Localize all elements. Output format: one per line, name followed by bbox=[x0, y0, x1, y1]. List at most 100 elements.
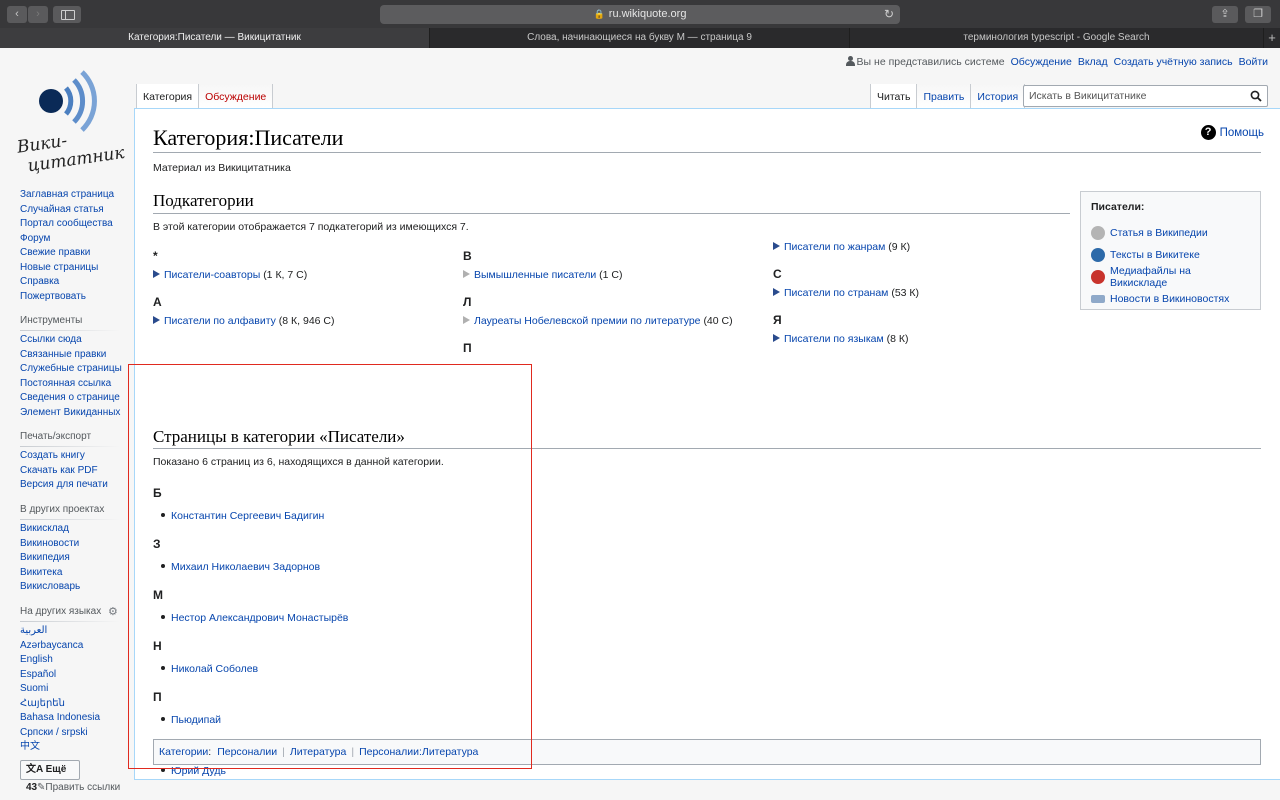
browser-tab-3[interactable]: терминология typescript - Google Search bbox=[850, 28, 1264, 48]
sidebar-link[interactable]: Википедия bbox=[20, 551, 130, 566]
new-tab-button[interactable]: + bbox=[1264, 28, 1280, 48]
subcat-link[interactable]: Писатели-соавторы bbox=[164, 269, 260, 281]
sister-link-commons[interactable]: Медиафайлы на Викискладе bbox=[1091, 265, 1250, 289]
page-link[interactable]: Николай Соболев bbox=[171, 663, 258, 675]
sidebar-link[interactable]: Постоянная ссылка bbox=[20, 377, 130, 392]
pages-heading: Страницы в категории «Писатели» bbox=[153, 427, 405, 446]
reload-icon[interactable]: ↻ bbox=[884, 5, 894, 24]
tab-talk[interactable]: Обсуждение bbox=[199, 84, 274, 108]
sidebar-link[interactable]: Викисловарь bbox=[20, 580, 130, 595]
help-label[interactable]: Помощь bbox=[1220, 127, 1264, 139]
more-languages-button[interactable]: 文A Ещё 43 bbox=[20, 760, 80, 793]
personal-talk-link[interactable]: Обсуждение bbox=[1011, 56, 1072, 68]
browser-tab-1[interactable]: Категория:Писатели — Викицитатник bbox=[0, 28, 430, 48]
subcat-count: (1 С) bbox=[599, 269, 623, 281]
sidebar-link[interactable]: Версия для печати bbox=[20, 478, 130, 493]
expand-triangle-icon[interactable] bbox=[773, 242, 780, 250]
sidebar-link[interactable]: 中文 bbox=[20, 740, 130, 755]
sidebar-link[interactable]: Случайная статья bbox=[20, 203, 130, 218]
tab-category[interactable]: Категория bbox=[136, 84, 200, 108]
search-icon[interactable] bbox=[1250, 90, 1262, 102]
sidebar-link[interactable]: Форум bbox=[20, 232, 130, 247]
sidebar-link[interactable]: Создать книгу bbox=[20, 449, 130, 464]
subcat-count: (40 С) bbox=[703, 315, 733, 327]
page-link[interactable]: Юрий Дудь bbox=[171, 765, 226, 777]
sidebar-link[interactable]: Новые страницы bbox=[20, 261, 130, 276]
sidebar-link[interactable]: Викиновости bbox=[20, 537, 130, 552]
sidebar-link[interactable]: Ссылки сюда bbox=[20, 333, 130, 348]
tab-history[interactable]: История bbox=[971, 84, 1026, 108]
edit-links[interactable]: ✎Править ссылки bbox=[37, 782, 120, 793]
page-link[interactable]: Нестор Александрович Монастырёв bbox=[171, 612, 348, 624]
sidebar-link[interactable]: Español bbox=[20, 668, 130, 683]
sister-link-wikinews[interactable]: Новости в Викиновостях bbox=[1091, 288, 1250, 310]
sister-link-label[interactable]: Медиафайлы на Викискладе bbox=[1110, 265, 1250, 289]
sister-link-label[interactable]: Статья в Википедии bbox=[1110, 227, 1208, 239]
expand-triangle-icon[interactable] bbox=[153, 316, 160, 324]
category-link[interactable]: Персоналии bbox=[217, 746, 277, 758]
expand-triangle-icon[interactable] bbox=[773, 334, 780, 342]
sidebar-link[interactable]: Suomi bbox=[20, 682, 130, 697]
subcat-link[interactable]: Писатели по языкам bbox=[784, 333, 884, 345]
sister-link-wikisource[interactable]: Тексты в Викитеке bbox=[1091, 244, 1250, 266]
page-link[interactable]: Пьюдипай bbox=[171, 714, 221, 726]
login-link[interactable]: Войти bbox=[1239, 56, 1268, 68]
categories-label[interactable]: Категории bbox=[159, 746, 208, 758]
subcat-link[interactable]: Писатели по жанрам bbox=[784, 241, 885, 253]
subcat-letter: Я bbox=[773, 313, 782, 327]
subcategories-divider bbox=[153, 213, 1070, 214]
pages-letter: З bbox=[153, 537, 161, 551]
sidebar-link[interactable]: Сведения о странице bbox=[20, 391, 130, 406]
subcat-link[interactable]: Лауреаты Нобелевской премии по литератур… bbox=[474, 315, 701, 327]
sister-link-label[interactable]: Тексты в Викитеке bbox=[1110, 249, 1200, 261]
tab-read[interactable]: Читать bbox=[870, 84, 918, 108]
sidebar-link[interactable]: Справка bbox=[20, 275, 130, 290]
sidebar-link[interactable]: Azərbaycanca bbox=[20, 639, 130, 654]
wikinews-icon bbox=[1091, 295, 1105, 303]
sister-link-label[interactable]: Новости в Викиновостях bbox=[1110, 293, 1229, 305]
subcat-link[interactable]: Писатели по алфавиту bbox=[164, 315, 276, 327]
page-link[interactable]: Михаил Николаевич Задорнов bbox=[171, 561, 320, 573]
sidebar-toggle-button[interactable] bbox=[53, 6, 81, 23]
tab-bar: Категория:Писатели — Викицитатник Слова,… bbox=[0, 28, 1280, 48]
sidebar-link[interactable]: العربية bbox=[20, 624, 130, 639]
category-link[interactable]: Литература bbox=[290, 746, 346, 758]
subcat-link[interactable]: Вымышленные писатели bbox=[474, 269, 596, 281]
sidebar-link[interactable]: Викитека bbox=[20, 566, 130, 581]
sidebar-link[interactable]: Српски / srpski bbox=[20, 726, 130, 741]
expand-triangle-icon[interactable] bbox=[153, 270, 160, 278]
sidebar-link[interactable]: Портал сообщества bbox=[20, 217, 130, 232]
tagline: Материал из Викицитатника bbox=[153, 162, 291, 174]
sidebar-link[interactable]: Служебные страницы bbox=[20, 362, 130, 377]
sidebar-link[interactable]: Элемент Викиданных bbox=[20, 406, 130, 421]
browser-tab-2[interactable]: Слова, начинающиеся на букву М — страниц… bbox=[430, 28, 850, 48]
bullet-icon bbox=[161, 768, 165, 772]
personal-contrib-link[interactable]: Вклад bbox=[1078, 56, 1108, 68]
share-button[interactable]: ⇪ bbox=[1212, 6, 1238, 23]
page-link[interactable]: Константин Сергеевич Бадигин bbox=[171, 510, 324, 522]
forward-button[interactable]: › bbox=[28, 6, 48, 23]
create-account-link[interactable]: Создать учётную запись bbox=[1114, 56, 1233, 68]
category-link[interactable]: Персоналии:Литература bbox=[359, 746, 478, 758]
sidebar-link[interactable]: Bahasa Indonesia bbox=[20, 711, 130, 726]
sidebar-link[interactable]: Հայերեն bbox=[20, 697, 130, 712]
subcat-count: (1 К, 7 С) bbox=[263, 269, 308, 281]
sidebar-link[interactable]: Свежие правки bbox=[20, 246, 130, 261]
subcat-link[interactable]: Писатели по странам bbox=[784, 287, 888, 299]
tab-overview-button[interactable]: ❐ bbox=[1245, 6, 1271, 23]
address-bar[interactable]: 🔒 ru.wikiquote.org ↻ bbox=[380, 5, 900, 24]
sidebar-link[interactable]: Связанные правки bbox=[20, 348, 130, 363]
sidebar-link[interactable]: Пожертвовать bbox=[20, 290, 130, 305]
expand-triangle-icon[interactable] bbox=[773, 288, 780, 296]
sister-link-wikipedia[interactable]: Статья в Википедии bbox=[1091, 222, 1250, 244]
tab-edit[interactable]: Править bbox=[917, 84, 972, 108]
help-link[interactable]: ? Помощь bbox=[1200, 125, 1264, 140]
back-button[interactable]: ‹ bbox=[7, 6, 27, 23]
gear-icon[interactable]: ⚙ bbox=[108, 607, 118, 618]
bullet-icon bbox=[161, 513, 165, 517]
sidebar-link[interactable]: Скачать как PDF bbox=[20, 464, 130, 479]
search-input[interactable] bbox=[1024, 86, 1244, 106]
sidebar-link[interactable]: English bbox=[20, 653, 130, 668]
sidebar-link[interactable]: Заглавная страница bbox=[20, 188, 130, 203]
sidebar-link[interactable]: Викисклад bbox=[20, 522, 130, 537]
